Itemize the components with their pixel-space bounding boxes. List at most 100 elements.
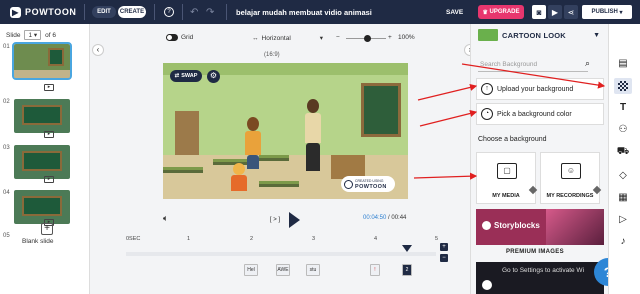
transition-icon[interactable]: ▸: [44, 84, 54, 91]
character-body: [245, 131, 261, 155]
timeline-item[interactable]: AWE: [276, 264, 290, 276]
crown-icon: ♛: [482, 9, 490, 16]
slide-number: 05: [3, 233, 10, 239]
upload-cloud-icon: ↑: [481, 83, 493, 95]
character-body: [231, 175, 247, 191]
share-icon[interactable]: ⋖: [564, 5, 578, 19]
upload-background-option[interactable]: ↑ Upload your background: [476, 78, 604, 100]
playhead-marker[interactable]: [402, 245, 412, 252]
add-blank-slide-button[interactable]: +: [41, 223, 53, 235]
transition-icon[interactable]: ▸: [44, 176, 54, 183]
redo-icon[interactable]: ↷: [206, 0, 214, 24]
timeline-zoom-out-button[interactable]: −: [440, 254, 448, 262]
preview-icon[interactable]: ◙: [532, 5, 546, 19]
gear-icon[interactable]: ⚙: [207, 70, 220, 83]
toggle-switch-icon[interactable]: [166, 34, 178, 41]
grid-toggle[interactable]: Grid: [166, 34, 193, 41]
thumb-board: [22, 105, 62, 125]
slide-thumbnail-1[interactable]: [12, 42, 72, 80]
my-recordings-card[interactable]: ☺ MY RECORDINGS: [540, 152, 602, 204]
style-select[interactable]: CARTOON LOOK ▼: [478, 27, 602, 43]
swap-icon: ⇄: [174, 73, 180, 79]
media-icon: ▢: [497, 163, 517, 179]
divider: [154, 4, 155, 20]
character-head: [247, 117, 259, 131]
transition-icon[interactable]: ▸: [44, 131, 54, 138]
zoom-in-icon[interactable]: +: [388, 34, 392, 41]
powtoon-logo[interactable]: ▶ POWTOON: [10, 0, 77, 24]
upgrade-button[interactable]: ♛ UPGRADE: [478, 5, 524, 19]
play-preview-icon[interactable]: ▶: [548, 5, 562, 19]
timeline-zoom-in-button[interactable]: +: [440, 243, 448, 251]
timeline-track[interactable]: [126, 252, 436, 256]
create-mode-button[interactable]: CREATE: [118, 6, 146, 18]
divider: [226, 4, 227, 20]
character-body: [305, 113, 321, 143]
chalkboard-prop[interactable]: [361, 83, 401, 137]
timeline-item[interactable]: Hel: [244, 264, 258, 276]
pick-background-color-option[interactable]: ◔ Pick a background color: [476, 103, 604, 125]
search-background-input[interactable]: Search Background: [478, 58, 588, 72]
timeline-tick: 3: [312, 236, 316, 242]
time-display: 00:04:50 / 00:44: [363, 215, 407, 221]
text-icon[interactable]: T: [614, 100, 632, 116]
undo-icon[interactable]: ↶: [190, 0, 198, 24]
timeline-tick: 4: [374, 236, 378, 242]
swap-background-button[interactable]: ⇄ SWAP: [170, 70, 202, 82]
premium-images-label: PREMIUM IMAGES: [506, 249, 564, 255]
zoom-out-icon[interactable]: −: [336, 34, 340, 41]
help-icon[interactable]: ?: [164, 7, 174, 17]
storyblocks-card[interactable]: Storyblocks: [476, 209, 604, 245]
slide-thumbnail-3[interactable]: [14, 145, 70, 179]
slide-thumbnail-4[interactable]: [14, 190, 70, 224]
media-library-icon[interactable]: ▦: [614, 190, 632, 206]
style-swatch: [478, 29, 498, 41]
desk-prop[interactable]: [259, 181, 299, 187]
recording-user-icon: ☺: [561, 163, 581, 179]
save-button[interactable]: SAVE: [446, 0, 463, 24]
shapes-icon[interactable]: ◇: [614, 168, 632, 184]
orientation-select[interactable]: ↔ Horizontal ▾: [252, 34, 323, 43]
chevron-down-icon: ▼: [593, 31, 600, 39]
characters-icon[interactable]: ⚇: [614, 122, 632, 138]
slide-number-select[interactable]: 1 ▾: [24, 30, 42, 40]
volume-icon[interactable]: 🔈︎: [163, 213, 168, 224]
watermark-logo-icon: [344, 179, 353, 189]
door-prop[interactable]: [175, 111, 199, 155]
play-scene-button[interactable]: [ > ]: [266, 214, 284, 226]
timeline-tick: 2: [250, 236, 254, 242]
props-icon[interactable]: ⛟: [614, 144, 632, 160]
my-media-card[interactable]: ▢ MY MEDIA: [476, 152, 538, 204]
search-icon[interactable]: ⌕: [585, 58, 590, 69]
timeline-item[interactable]: 2: [402, 264, 412, 276]
timeline-item[interactable]: !: [370, 264, 380, 276]
music-icon[interactable]: ♪: [614, 234, 632, 250]
zoom-level: 100%: [398, 34, 415, 41]
desk-prop[interactable]: [259, 155, 289, 161]
choose-background-heading: Choose a background: [478, 136, 547, 143]
zoom-slider[interactable]: [346, 35, 386, 42]
slide-thumbnail-2[interactable]: [14, 99, 70, 133]
timeline-tick: 0SEC: [126, 236, 141, 242]
publish-button[interactable]: PUBLISH ▾: [582, 5, 632, 19]
chevron-down-icon: ▾: [617, 9, 623, 16]
character-head: [233, 163, 245, 175]
desk-prop[interactable]: [163, 167, 203, 173]
edit-mode-button[interactable]: EDIT: [92, 6, 116, 18]
timeline-item[interactable]: stu: [306, 264, 320, 276]
project-title[interactable]: belajar mudah membuat vidio animasi: [236, 0, 372, 24]
layout-icon[interactable]: ▤: [614, 56, 632, 72]
powtoon-watermark: CREATED USING POWTOON: [341, 176, 395, 192]
character-legs: [306, 143, 320, 171]
slide-number: 01: [3, 44, 10, 50]
thumb-board: [22, 151, 62, 171]
premium-image-card[interactable]: Go to Settings to activate Wi: [476, 262, 604, 294]
play-icon[interactable]: [289, 212, 300, 228]
zoom-slider-knob[interactable]: [364, 35, 371, 42]
blank-slide-label: Blank slide: [22, 238, 54, 245]
background-icon[interactable]: [614, 78, 632, 94]
slide-counter: Slide 1 ▾ of 6: [6, 30, 57, 40]
resize-arrows-icon: ↔: [252, 34, 259, 42]
video-icon[interactable]: ▷: [614, 212, 632, 228]
collapse-left-panel-icon[interactable]: ‹: [92, 44, 104, 56]
